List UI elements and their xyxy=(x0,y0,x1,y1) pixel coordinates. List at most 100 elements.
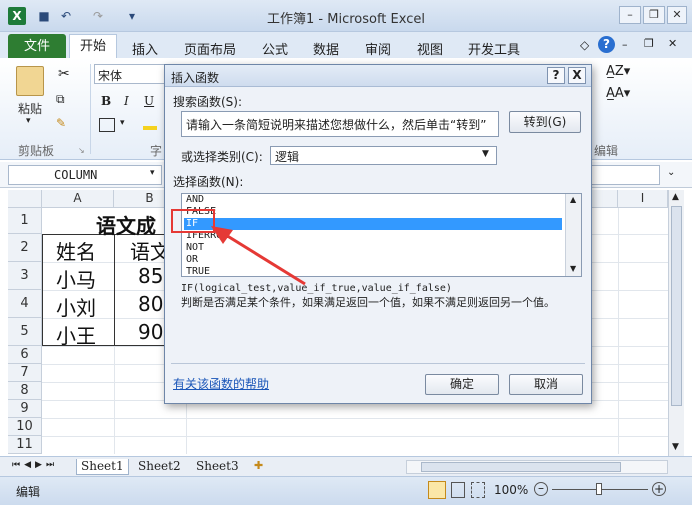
category-dropdown-icon[interactable]: ▼ xyxy=(482,149,489,159)
underline-button[interactable]: U xyxy=(144,94,154,108)
grid-line xyxy=(618,208,619,454)
list-item[interactable]: FALSE xyxy=(184,206,562,218)
borders-dropdown-icon[interactable]: ▾ xyxy=(120,118,125,128)
category-label: 或选择类别(C): xyxy=(181,150,263,164)
collapse-ribbon-icon[interactable]: ◇ xyxy=(580,38,589,52)
tab-view[interactable]: 视图 xyxy=(407,35,453,58)
help-icon[interactable]: ? xyxy=(598,36,615,53)
italic-button[interactable]: I xyxy=(124,94,129,108)
list-scroll-down-icon[interactable]: ▼ xyxy=(570,264,576,273)
row-header-8[interactable]: 8 xyxy=(8,382,42,400)
dialog-title-bar[interactable]: 插入函数 ? X xyxy=(165,65,591,87)
paste-dropdown-icon[interactable]: ▾ xyxy=(26,116,31,126)
tab-data[interactable]: 数据 xyxy=(303,35,349,58)
vertical-scrollbar[interactable]: ▲ ▼ xyxy=(668,190,684,456)
page-layout-view-icon[interactable] xyxy=(451,482,465,498)
list-item[interactable]: AND xyxy=(184,194,562,206)
copy-icon[interactable]: ⧉ xyxy=(56,92,65,107)
sheet-tab-3[interactable]: Sheet3 xyxy=(192,459,243,475)
row-header-4[interactable]: 4 xyxy=(8,290,42,318)
scroll-down-icon[interactable]: ▼ xyxy=(672,442,679,452)
scroll-up-icon[interactable]: ▲ xyxy=(672,192,679,202)
row-header-9[interactable]: 9 xyxy=(8,400,42,418)
find-select-icon[interactable]: A̲A▾ xyxy=(606,86,630,101)
fill-color-icon[interactable] xyxy=(143,116,157,130)
tab-insert[interactable]: 插入 xyxy=(122,35,168,58)
cell-b3[interactable]: 85 xyxy=(138,264,163,288)
restore-icon[interactable]: ❐ xyxy=(643,6,665,24)
column-header-a[interactable]: A xyxy=(42,190,114,208)
help-link[interactable]: 有关该函数的帮助 xyxy=(173,375,269,392)
column-header-i[interactable]: I xyxy=(618,190,668,208)
grid-line xyxy=(42,418,668,419)
clipboard-launcher-icon[interactable]: ↘ xyxy=(78,146,85,155)
paste-icon[interactable] xyxy=(16,66,44,96)
insert-sheet-icon[interactable]: ✚ xyxy=(254,459,263,472)
tab-file[interactable]: 文件 xyxy=(8,34,66,59)
clipboard-group-label: 剪贴板 xyxy=(18,144,55,158)
font-group-label: 字 xyxy=(150,144,163,158)
minimize-workbook-icon[interactable]: – xyxy=(622,38,628,51)
tab-formulas[interactable]: 公式 xyxy=(252,35,298,58)
sheet-nav-icons[interactable]: ⏮◀▶⏭ xyxy=(12,460,58,470)
ok-button[interactable]: 确定 xyxy=(425,374,499,395)
zoom-in-icon[interactable]: + xyxy=(652,482,666,496)
close-window-icon[interactable]: ✕ xyxy=(667,6,687,24)
horizontal-scrollbar[interactable] xyxy=(406,460,668,474)
row-header-11[interactable]: 11 xyxy=(8,436,42,454)
expand-formula-icon[interactable]: ⌄ xyxy=(667,167,675,178)
dialog-help-button[interactable]: ? xyxy=(547,67,565,84)
restore-workbook-icon[interactable]: ❐ xyxy=(644,37,654,50)
row-header-5[interactable]: 5 xyxy=(8,318,42,346)
normal-view-icon[interactable] xyxy=(428,481,446,499)
dialog-close-button[interactable]: X xyxy=(568,67,586,84)
borders-icon[interactable] xyxy=(99,118,115,132)
group-divider xyxy=(90,64,91,154)
cell-a4[interactable]: 小刘 xyxy=(56,292,96,321)
row-header-6[interactable]: 6 xyxy=(8,346,42,364)
format-painter-icon[interactable]: ✎ xyxy=(56,116,66,130)
cell-b1-title[interactable]: 语文成 xyxy=(96,210,156,239)
tab-review[interactable]: 审阅 xyxy=(355,35,401,58)
row-header-3[interactable]: 3 xyxy=(8,262,42,290)
sort-filter-icon[interactable]: A̲Z▾ xyxy=(606,64,630,79)
vertical-scroll-thumb[interactable] xyxy=(671,206,682,406)
sheet-tab-2[interactable]: Sheet2 xyxy=(134,459,185,475)
title-bar: X ■ ↶ ↷ ▾ 工作簿1 - Microsoft Excel – ❐ ✕ xyxy=(0,0,692,32)
cancel-button[interactable]: 取消 xyxy=(509,374,583,395)
page-break-view-icon[interactable] xyxy=(471,482,485,498)
name-box-dropdown-icon[interactable]: ▾ xyxy=(150,168,155,178)
cell-a3[interactable]: 小马 xyxy=(56,264,96,293)
close-workbook-icon[interactable]: ✕ xyxy=(668,37,677,50)
search-function-input[interactable]: 请输入一条简短说明来描述您想做什么，然后单击“转到” xyxy=(181,111,499,137)
zoom-level[interactable]: 100% xyxy=(494,483,528,497)
category-select[interactable]: 逻辑 xyxy=(270,146,497,165)
cell-b4[interactable]: 80 xyxy=(138,292,163,316)
zoom-out-icon[interactable]: – xyxy=(534,482,548,496)
cell-a2[interactable]: 姓名 xyxy=(56,236,96,265)
cut-icon[interactable]: ✂ xyxy=(58,66,70,82)
list-scroll-up-icon[interactable]: ▲ xyxy=(570,195,576,204)
sheet-tab-1[interactable]: Sheet1 xyxy=(76,459,129,475)
row-header-7[interactable]: 7 xyxy=(8,364,42,382)
name-box[interactable]: COLUMN xyxy=(8,165,162,185)
table-border xyxy=(114,234,115,346)
list-scrollbar[interactable]: ▲ ▼ xyxy=(565,194,581,276)
minimize-icon[interactable]: – xyxy=(619,6,641,24)
font-name-box[interactable]: 宋体 xyxy=(94,64,166,84)
cell-a5[interactable]: 小王 xyxy=(56,320,96,349)
row-header-2[interactable]: 2 xyxy=(8,234,42,262)
row-header-10[interactable]: 10 xyxy=(8,418,42,436)
tab-page-layout[interactable]: 页面布局 xyxy=(174,35,246,58)
zoom-slider-thumb[interactable] xyxy=(596,483,602,495)
bold-button[interactable]: B xyxy=(101,94,111,108)
cell-b5[interactable]: 90 xyxy=(138,320,163,344)
row-header-1[interactable]: 1 xyxy=(8,208,42,234)
tab-home[interactable]: 开始 xyxy=(69,34,117,59)
select-all-corner[interactable] xyxy=(8,190,42,208)
status-bar: 编辑 100% – + xyxy=(0,476,692,505)
paste-label[interactable]: 粘贴 xyxy=(18,100,42,117)
tab-developer[interactable]: 开发工具 xyxy=(458,35,530,58)
horizontal-scroll-thumb[interactable] xyxy=(421,462,621,472)
goto-button[interactable]: 转到(G) xyxy=(509,111,581,133)
